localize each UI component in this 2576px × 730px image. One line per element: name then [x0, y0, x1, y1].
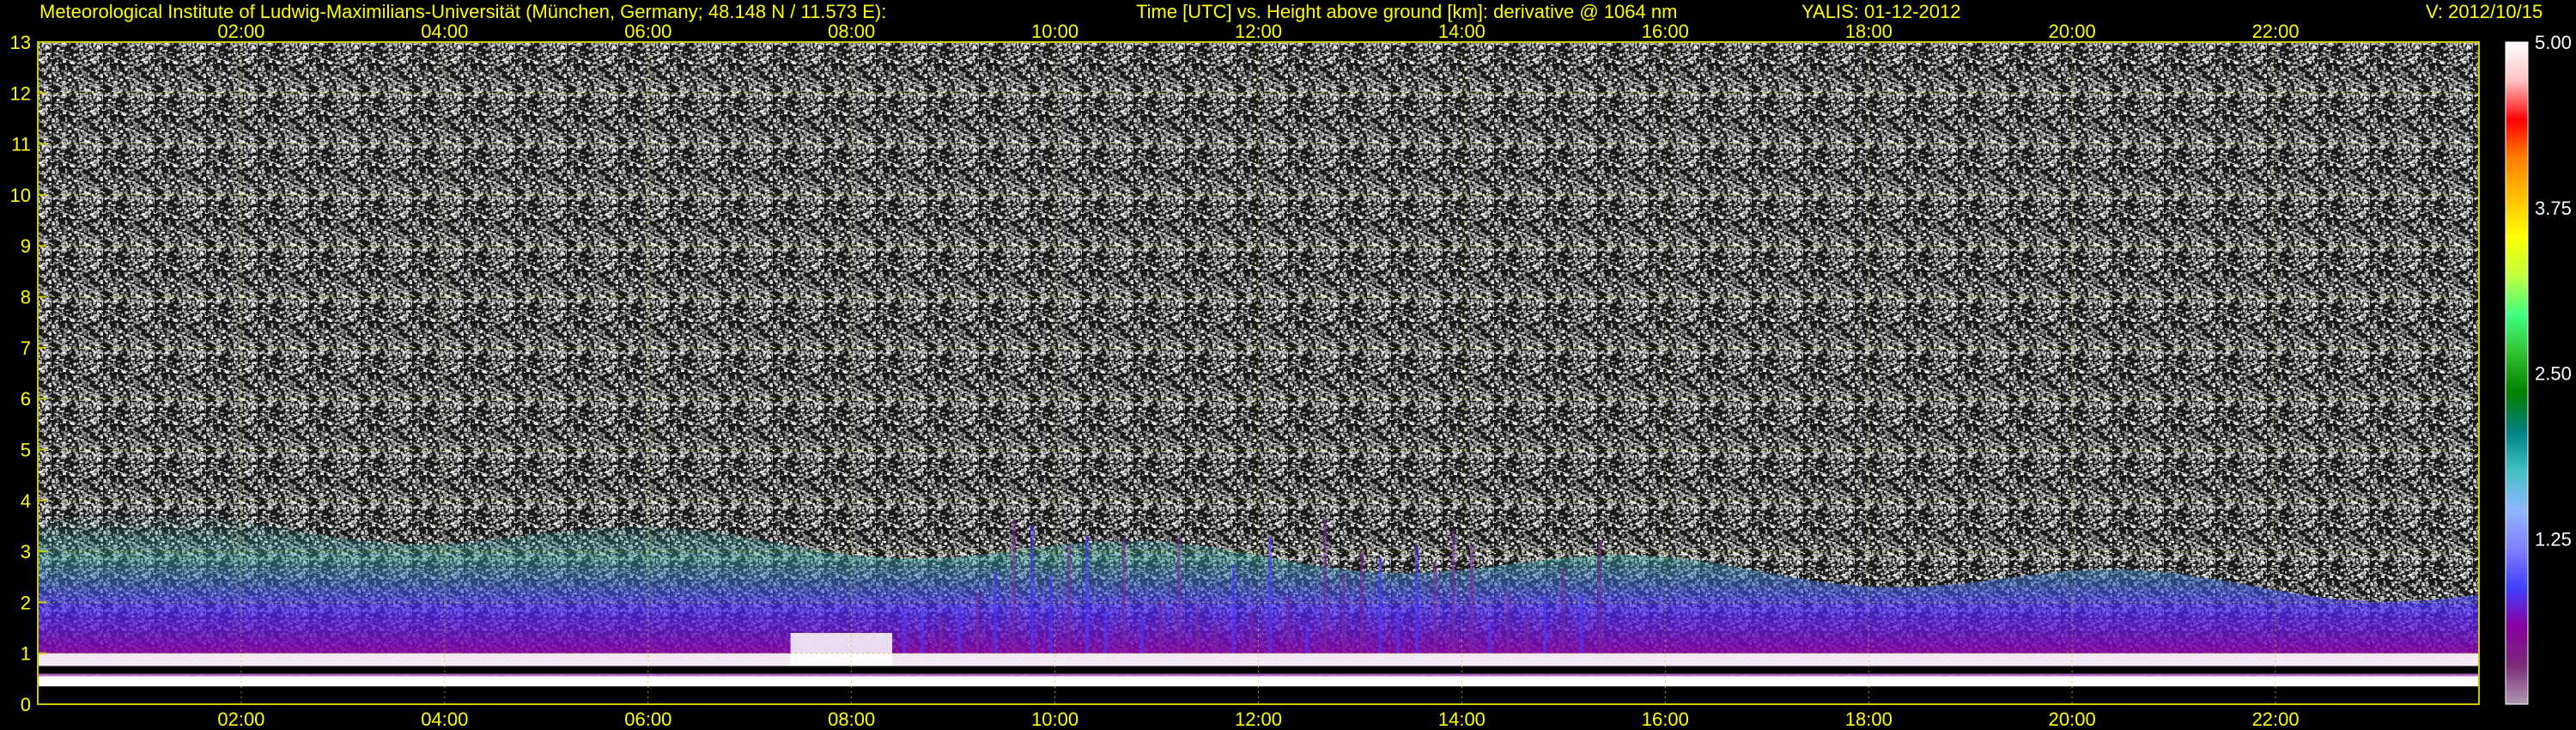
- convective-plume: [1085, 535, 1090, 664]
- x-axis-ticks-top: 02:00 04:00 06:00 08:00 10:00 12:00 14:00 16:00…: [217, 21, 2299, 42]
- x-tick-label-bottom: 06:00: [624, 709, 671, 730]
- colorbar-tick-label: 1.25: [2535, 528, 2572, 550]
- convective-plume: [975, 593, 980, 664]
- convective-plume: [993, 571, 998, 664]
- y-tick-label: 8: [21, 287, 31, 308]
- lidar-quicklook: Meteorological Institute of Ludwig-Maxim…: [10, 1, 2572, 730]
- y-tick-label: 12: [10, 82, 31, 104]
- y-tick-label: 5: [21, 440, 31, 461]
- y-tick-label: 4: [21, 490, 31, 512]
- y-tick-label: 2: [21, 592, 31, 613]
- x-tick-label-bottom: 12:00: [1235, 709, 1282, 730]
- convective-plume: [1066, 544, 1071, 664]
- header-version: V: 2012/10/15: [2426, 1, 2543, 22]
- colorbar-labels: 5.00 3.75 2.50 1.25: [2535, 32, 2572, 550]
- convective-plume: [1231, 564, 1236, 664]
- x-tick-label-top: 06:00: [624, 21, 671, 42]
- convective-plume: [1360, 551, 1364, 664]
- convective-plume: [1469, 545, 1473, 664]
- x-tick-label-top: 08:00: [828, 21, 875, 42]
- plot-area: [37, 41, 2480, 705]
- convective-plume: [1561, 568, 1565, 664]
- y-tick-label: 3: [21, 541, 31, 563]
- header-instrument-date: YALIS: 01-12-2012: [1801, 1, 1961, 22]
- colorbar-tick-label: 5.00: [2535, 32, 2572, 53]
- y-tick-label: 6: [21, 388, 31, 410]
- x-tick-label-bottom: 20:00: [2049, 709, 2096, 730]
- convective-plume: [1012, 520, 1016, 664]
- y-tick-label: 11: [11, 134, 31, 155]
- x-tick-label-top: 22:00: [2252, 21, 2300, 42]
- x-tick-label-top: 20:00: [2049, 21, 2096, 42]
- colorbar-tick-label: 2.50: [2535, 363, 2572, 385]
- x-tick-label-bottom: 08:00: [828, 709, 875, 730]
- convective-plume: [1341, 574, 1346, 664]
- colorbar: 5.00 3.75 2.50 1.25: [2505, 32, 2572, 705]
- x-tick-label-bottom: 16:00: [1642, 709, 1689, 730]
- convective-plume: [1433, 562, 1437, 664]
- x-tick-label-top: 12:00: [1235, 21, 1282, 42]
- x-tick-label-bottom: 02:00: [217, 709, 264, 730]
- x-tick-label-top: 04:00: [421, 21, 468, 42]
- convective-plume: [1121, 538, 1126, 664]
- x-tick-label-bottom: 10:00: [1031, 709, 1078, 730]
- header-axes-description: Time [UTC] vs. Height above ground [km]:…: [1136, 1, 1677, 22]
- x-tick-label-top: 02:00: [217, 21, 264, 42]
- x-tick-label-top: 14:00: [1438, 21, 1485, 42]
- y-tick-label: 7: [21, 338, 31, 359]
- header-institute: Meteorological Institute of Ludwig-Maxim…: [39, 1, 886, 22]
- boundary-layer-top: [38, 653, 2479, 666]
- y-tick-label: 10: [10, 185, 31, 206]
- y-tick-label: 9: [21, 235, 31, 257]
- colorbar-scale: [2505, 41, 2529, 705]
- convective-plume: [1048, 575, 1053, 664]
- convective-plume: [1030, 525, 1035, 664]
- convective-plume: [1378, 558, 1382, 664]
- x-tick-label-bottom: 22:00: [2252, 709, 2300, 730]
- x-tick-label-top: 16:00: [1642, 21, 1689, 42]
- colorbar-tick-label: 3.75: [2535, 198, 2572, 219]
- near-ground-dark: [38, 686, 2479, 704]
- y-tick-label: 13: [10, 32, 31, 53]
- convective-plume: [1579, 595, 1583, 664]
- convective-plume: [1176, 534, 1181, 664]
- x-tick-label-top: 18:00: [1845, 21, 1893, 42]
- x-tick-label-bottom: 14:00: [1438, 709, 1485, 730]
- x-tick-label-bottom: 04:00: [421, 709, 468, 730]
- convective-plume: [1323, 517, 1327, 664]
- y-tick-label: 1: [21, 643, 31, 665]
- x-axis-ticks-bottom: 02:00 04:00 06:00 08:00 10:00 12:00 14:00 16:00…: [217, 709, 2299, 730]
- y-tick-label: 0: [21, 694, 31, 715]
- convective-plume: [1451, 531, 1455, 664]
- convective-plume: [1414, 546, 1419, 664]
- x-tick-label-top: 10:00: [1031, 21, 1078, 42]
- x-tick-label-bottom: 18:00: [1845, 709, 1893, 730]
- convective-plume: [1268, 537, 1273, 664]
